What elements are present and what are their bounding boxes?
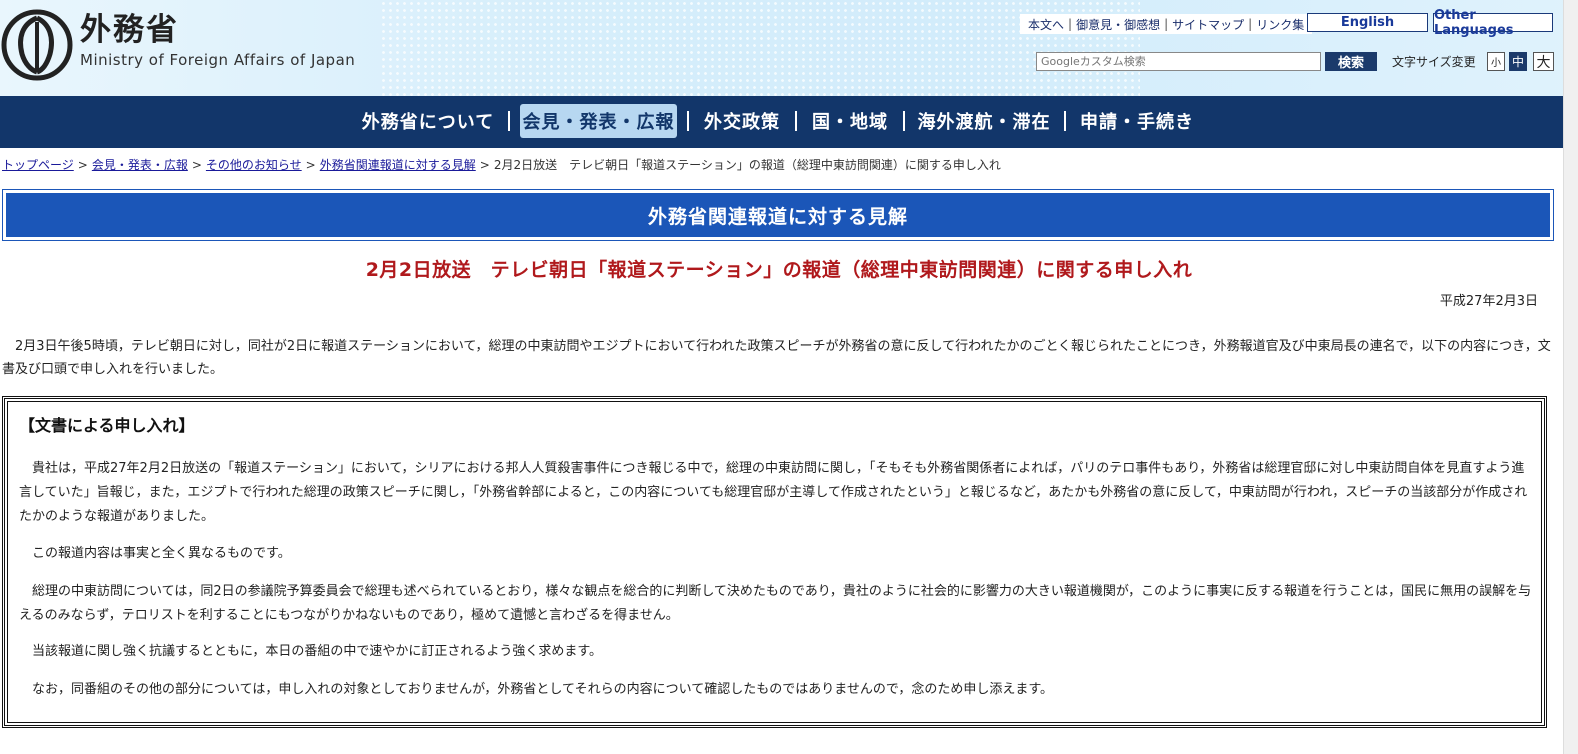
mofa-emblem-icon[interactable] [0,8,74,82]
breadcrumb-link-media-views[interactable]: 外務省関連報道に対する見解 [320,158,476,172]
site-header: 外務省 Ministry of Foreign Affairs of Japan… [0,0,1578,96]
statement-paragraph: なお，同番組のその他の部分については，申し入れの対象としておりませんが，外務省と… [32,682,1054,697]
nav-applications[interactable]: 申請・手続き [1075,104,1199,138]
nav-about-mofa[interactable]: 外務省について [356,104,500,138]
article-title: 2月2日放送 テレビ朝日「報道ステーション」の報道（総理中東訪問関連）に関する申… [365,259,1193,281]
search-input[interactable] [1036,52,1321,71]
breadcrumb-link-press[interactable]: 会見・発表・広報 [92,158,188,172]
font-size-small-button[interactable]: 小 [1487,52,1505,71]
vertical-scrollbar[interactable] [1563,0,1578,754]
links-link[interactable]: リンク集 [1252,16,1308,33]
statement-heading: 【文書による申し入れ】 [19,416,195,435]
logo-title-en[interactable]: Ministry of Foreign Affairs of Japan [80,50,355,70]
logo-title-ja[interactable]: 外務省 [80,12,179,48]
breadcrumb-separator: > [77,158,88,172]
section-banner-title: 外務省関連報道に対する見解 [6,193,1550,237]
nav-separator [903,111,905,131]
section-banner: 外務省関連報道に対する見解 [2,189,1554,241]
statement-box: 【文書による申し入れ】 貴社は，平成27年2月2日放送の「報道ステーション」にお… [2,396,1547,728]
nav-separator [1064,111,1066,131]
statement-paragraph: この報道内容は事実と全く異なるものです。 [32,546,291,561]
breadcrumb-link-other-notices[interactable]: その他のお知らせ [206,158,302,172]
feedback-link[interactable]: 御意見・御感想 [1072,16,1164,33]
nav-separator [508,111,510,131]
font-size-label: 文字サイズ変更 [1392,55,1476,69]
utility-links: 本文へ | 御意見・御感想 | サイトマップ | リンク集 [1020,14,1313,34]
english-button[interactable]: English [1307,13,1428,32]
article-date: 平成27年2月3日 [1439,294,1538,309]
other-languages-button[interactable]: Other Languages [1433,8,1553,38]
nav-separator [795,111,797,131]
breadcrumb-separator: > [191,158,202,172]
breadcrumb-separator: > [305,158,316,172]
font-size-large-button[interactable]: 大 [1533,52,1554,71]
statement-paragraph: 総理の中東訪問については，同2日の参議院予算委員会で総理も述べられているとおり，… [19,584,1532,623]
nav-countries-regions[interactable]: 国・地域 [806,104,894,138]
font-size-medium-button[interactable]: 中 [1509,52,1527,71]
article-intro: 2月3日午後5時頃，テレビ朝日に対し，同社が2日に報道ステーションにおいて，総理… [2,339,1551,377]
nav-overseas-travel[interactable]: 海外渡航・滞在 [914,104,1054,138]
skip-to-content-link[interactable]: 本文へ [1024,16,1068,33]
breadcrumb-separator: > [479,158,490,172]
statement-paragraph: 当該報道に関し強く抗議するとともに，本日の番組の中で速やかに訂正されるよう強く求… [32,644,603,659]
breadcrumb-link-top[interactable]: トップページ [2,158,74,172]
breadcrumb-current: 2月2日放送 テレビ朝日「報道ステーション」の報道（総理中東訪問関連）に関する申… [493,158,1001,172]
nav-foreign-policy[interactable]: 外交政策 [698,104,786,138]
breadcrumb: トップページ > 会見・発表・広報 > その他のお知らせ > 外務省関連報道に対する見解 >2… [2,157,1001,173]
global-navigation: 外務省について 会見・発表・広報 外交政策 国・地域 海外渡航・滞在 申請・手続… [0,96,1563,148]
sitemap-link[interactable]: サイトマップ [1168,16,1248,33]
search-button[interactable]: 検索 [1325,52,1377,71]
nav-press-releases[interactable]: 会見・発表・広報 [520,104,677,138]
nav-separator [687,111,689,131]
statement-paragraph: 貴社は，平成27年2月2日放送の「報道ステーション」において，シリアにおける邦人… [19,461,1528,524]
